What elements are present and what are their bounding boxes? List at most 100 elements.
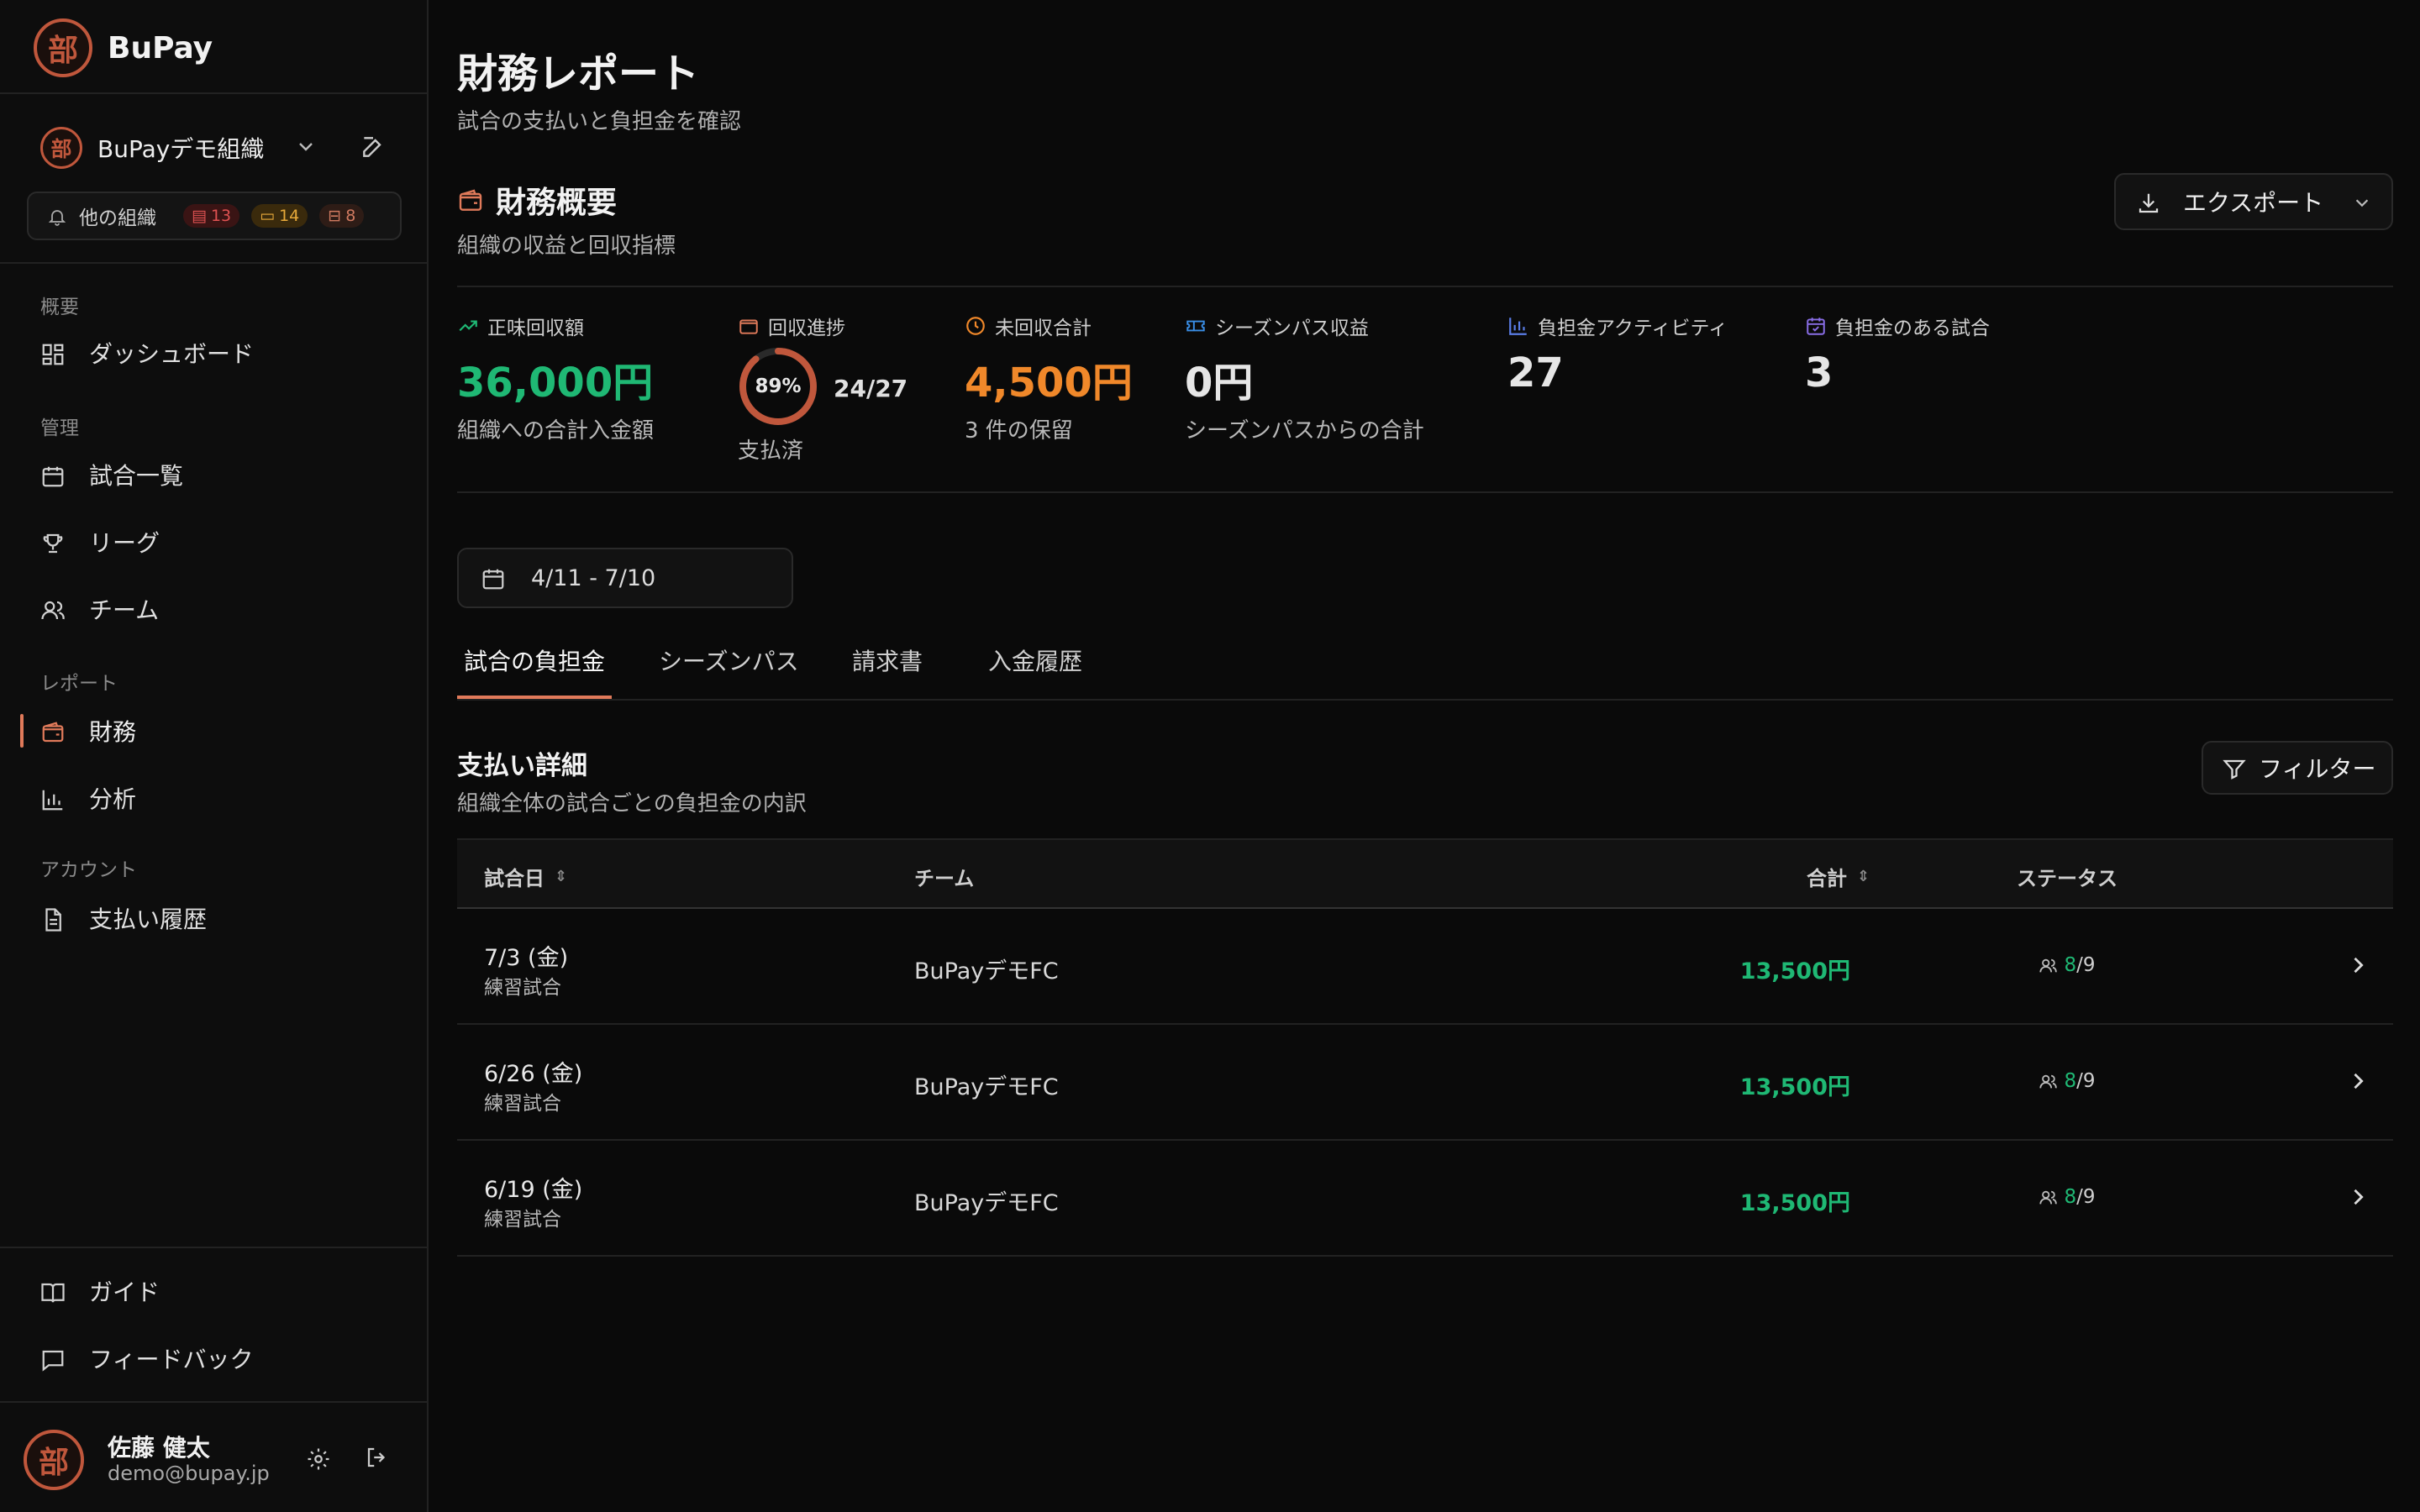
sidebar-item-label: フィードバック (89, 1346, 254, 1373)
total-count: /9 (2076, 954, 2096, 976)
sidebar: 部 BuPay 部 BuPayデモ組織 他の組織 ▤ 13 ▭ 14 ⊟ 8 概要 ダ… (0, 0, 429, 1512)
stat-unpaid: 未回収合計 4,500円 3 件の保留 (965, 312, 1133, 444)
gear-icon[interactable] (306, 1443, 331, 1473)
tab-season-pass[interactable]: シーズンパス (659, 643, 799, 677)
match-date: 6/19 (金) (484, 1177, 583, 1203)
bar-chart-icon (1507, 315, 1529, 338)
export-label: エクスポート (2183, 189, 2324, 217)
user-name: 佐藤 健太 (108, 1434, 210, 1462)
chevron-right-icon[interactable] (2346, 948, 2370, 979)
stat-label: 回収進捗 (768, 318, 845, 339)
sidebar-item-dashboard[interactable]: ダッシュボード (39, 328, 392, 378)
sidebar-item-label: ガイド (89, 1278, 160, 1306)
org-switcher[interactable]: 部 BuPayデモ組織 (40, 126, 403, 170)
divider (0, 92, 429, 94)
logout-icon[interactable] (365, 1441, 390, 1471)
users-icon (2039, 954, 2057, 976)
main-content: 財務レポート 試合の支払いと負担金を確認 財務概要 組織の収益と回収指標 エクス… (430, 0, 2420, 1512)
details-subtitle: 組織全体の試合ごとの負担金の内訳 (457, 791, 807, 816)
column-header-date[interactable]: 試合日 ⇕ (484, 862, 567, 891)
bell-icon (47, 206, 67, 227)
sidebar-item-finance[interactable]: 財務 (39, 706, 392, 756)
table-row[interactable]: 7/3 (金) 練習試合 BuPayデモFC 13,500円 8/9 (457, 909, 2393, 1025)
grid-icon (39, 339, 67, 367)
wallet-icon (457, 186, 484, 215)
progress-percent: 89% (755, 375, 802, 397)
sidebar-item-guide[interactable]: ガイド (39, 1266, 392, 1316)
payment-status: 8/9 (2039, 1186, 2096, 1208)
column-header-total[interactable]: 合計 ⇕ (1807, 862, 1870, 891)
wallet-icon (738, 315, 760, 338)
paid-count: 8 (2064, 1070, 2077, 1092)
filter-button[interactable]: フィルター (2202, 741, 2393, 795)
column-header-team: チーム (914, 862, 974, 891)
column-header-label: ステータス (2017, 867, 2118, 890)
sidebar-item-teams[interactable]: チーム (39, 584, 392, 634)
sidebar-item-label: リーグ (89, 529, 160, 557)
overview-title: 財務概要 (457, 178, 617, 222)
badge-red: ▤ 13 (183, 204, 240, 228)
date-range-picker[interactable]: 4/11 - 7/10 (457, 548, 793, 608)
stat-activity: 負担金アクティビティ 27 (1507, 312, 1728, 396)
org-name: BuPayデモ組織 (97, 135, 265, 163)
stat-label: 負担金アクティビティ (1538, 318, 1728, 339)
stat-progress: 回収進捗 (738, 312, 845, 339)
download-icon (2136, 188, 2161, 216)
payment-status: 8/9 (2039, 954, 2096, 976)
tab-invoices[interactable]: 請求書 (852, 643, 923, 677)
sidebar-item-matches[interactable]: 試合一覧 (39, 449, 392, 500)
tab-match-fees[interactable]: 試合の負担金 (464, 643, 605, 677)
team-name: BuPayデモFC (914, 1190, 1059, 1216)
match-type: 練習試合 (484, 977, 561, 999)
stat-label: 正味回収額 (487, 318, 584, 339)
inbox-icon: ⊟ (328, 207, 342, 225)
nav-section-report: レポート (40, 673, 118, 695)
bar-chart-icon (39, 785, 67, 812)
total-amount: 13,500円 (1739, 1190, 1850, 1216)
export-button[interactable]: エクスポート (2114, 173, 2393, 230)
stat-value: 36,000円 (457, 360, 654, 407)
calendar-check-icon (1805, 315, 1827, 338)
active-indicator (20, 714, 24, 748)
chevron-right-icon[interactable] (2346, 1179, 2370, 1211)
stat-value: 0円 (1185, 360, 1254, 407)
sidebar-item-label: チーム (89, 596, 160, 624)
book-icon (39, 1278, 67, 1305)
table-row[interactable]: 6/26 (金) 練習試合 BuPayデモFC 13,500円 8/9 (457, 1025, 2393, 1141)
sidebar-item-analytics[interactable]: 分析 (39, 773, 392, 823)
date-range-label: 4/11 - 7/10 (531, 564, 656, 591)
sidebar-item-leagues[interactable]: リーグ (39, 517, 392, 567)
divider (457, 491, 2393, 493)
sidebar-item-payments[interactable]: 支払い履歴 (39, 893, 392, 943)
nav-section-account: アカウント (40, 859, 137, 881)
users-icon (2039, 1186, 2057, 1208)
tab-deposit-history[interactable]: 入金履歴 (988, 643, 1082, 677)
progress-note: 支払済 (738, 438, 804, 464)
column-header-label: 試合日 (484, 867, 544, 890)
chevron-down-icon[interactable] (296, 133, 316, 158)
stat-value: 4,500円 (965, 360, 1133, 407)
users-icon (2039, 1070, 2057, 1092)
stat-label: 未回収合計 (995, 318, 1092, 339)
filter-icon (2222, 754, 2247, 782)
filter-label: フィルター (2259, 755, 2376, 783)
page-subtitle: 試合の支払いと負担金を確認 (457, 109, 742, 134)
chevron-right-icon[interactable] (2346, 1063, 2370, 1095)
payment-status: 8/9 (2039, 1070, 2096, 1092)
brand-logo: 部 (34, 18, 92, 77)
sort-icon: ⇕ (555, 868, 568, 885)
avatar[interactable]: 部 (24, 1430, 84, 1490)
stat-label: 負担金のある試合 (1835, 318, 1990, 339)
table-row[interactable]: 6/19 (金) 練習試合 BuPayデモFC 13,500円 8/9 (457, 1141, 2393, 1257)
stat-label: シーズンパス収益 (1215, 318, 1369, 339)
brand[interactable]: 部 BuPay (34, 18, 213, 77)
trophy-icon (39, 528, 67, 556)
other-orgs-button[interactable]: 他の組織 ▤ 13 ▭ 14 ⊟ 8 (27, 192, 402, 240)
sidebar-item-label: 支払い履歴 (89, 906, 208, 933)
sidebar-item-feedback[interactable]: フィードバック (39, 1333, 392, 1383)
calendar-icon (39, 461, 67, 489)
overview-subtitle: 組織の収益と回収指標 (457, 234, 676, 259)
payments-table: 試合日 ⇕ チーム 合計 ⇕ ステータス 7/3 (金) 練習試合 BuPayデモF… (457, 838, 2393, 1257)
edit-icon[interactable] (360, 131, 387, 160)
stat-net-collected: 正味回収額 36,000円 組織への合計入金額 (457, 312, 654, 444)
